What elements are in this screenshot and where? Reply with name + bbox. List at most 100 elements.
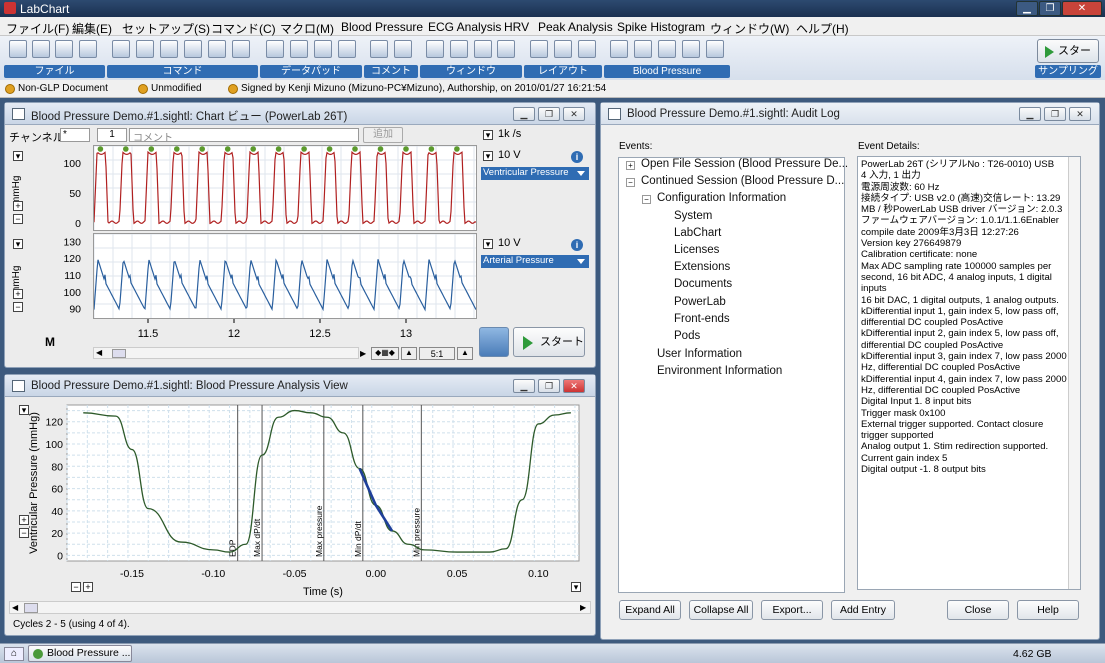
chart-layout-icon[interactable] — [479, 327, 509, 357]
command-icon[interactable] — [160, 40, 178, 58]
ch1-scale-down[interactable]: ▾ — [13, 151, 23, 161]
chart-minimize-button[interactable]: ▁ — [513, 107, 535, 121]
collapse-all-button[interactable]: Collapse All — [689, 600, 753, 620]
menu-peak-analysis[interactable]: Peak Analysis — [538, 20, 613, 34]
tree-item-continued-session[interactable]: Continued Session (Blood Pressure D... — [641, 175, 844, 187]
ventricular-pressure-plot[interactable] — [93, 145, 477, 231]
region-icon[interactable] — [208, 40, 226, 58]
comment-input[interactable]: コメント — [129, 128, 359, 144]
range1-dropdown[interactable]: ▾ — [483, 151, 493, 161]
expand-all-button[interactable]: Expand All — [619, 600, 681, 620]
tree-expand-icon[interactable]: + — [626, 161, 635, 170]
analysis-x-dropdown[interactable]: ▾ — [571, 582, 581, 592]
tree-item-labchart[interactable]: LabChart — [674, 227, 721, 239]
tree-item-open-file-session[interactable]: Open File Session (Blood Pressure De... — [641, 158, 848, 170]
comment-number[interactable]: 1 — [97, 128, 127, 142]
ch1-info-icon[interactable]: i — [571, 151, 583, 163]
compress-button[interactable]: ▲ — [401, 347, 417, 360]
time-zoom-in[interactable]: + — [83, 582, 93, 592]
zoom-ratio[interactable]: 5:1 — [419, 347, 455, 360]
add-entry-button[interactable]: Add Entry — [831, 600, 895, 620]
scroll-thumb[interactable] — [112, 349, 126, 358]
ch1-zoom-in[interactable]: + — [13, 201, 23, 211]
save-icon[interactable] — [55, 40, 73, 58]
bp-table-icon[interactable] — [634, 40, 652, 58]
selection-icon[interactable] — [184, 40, 202, 58]
menu-ecg-analysis[interactable]: ECG Analysis — [428, 20, 501, 34]
scroll-right-arrow[interactable]: ▶ — [360, 349, 366, 358]
audit-maximize-button[interactable]: ❐ — [1044, 107, 1066, 121]
add-comment-button[interactable]: 追加 — [363, 127, 403, 143]
new-document-icon[interactable] — [9, 40, 27, 58]
chart-horizontal-scrollbar[interactable]: ◀ — [93, 347, 359, 359]
open-folder-icon[interactable] — [32, 40, 50, 58]
menu-help[interactable]: ヘルプ(H) — [796, 20, 849, 37]
ch2-zoom-out[interactable]: − — [13, 302, 23, 312]
ch2-zoom-in[interactable]: + — [13, 289, 23, 299]
layout-tile-icon[interactable] — [554, 40, 572, 58]
bp-analysis-chart[interactable]: 120 100 80 60 40 20 0 -0.15 -0.10 -0.05 0.00 0.05 0.… — [7, 399, 593, 599]
marker-icon[interactable]: M — [45, 335, 55, 349]
datapad-icon[interactable] — [266, 40, 284, 58]
zoom-window-icon[interactable] — [474, 40, 492, 58]
analysis-minimize-button[interactable]: ▁ — [513, 379, 535, 393]
comment-add-icon[interactable] — [394, 40, 412, 58]
chart-window-icon[interactable] — [426, 40, 444, 58]
tree-item-licenses[interactable]: Licenses — [674, 244, 719, 256]
export-button[interactable]: Export... — [761, 600, 823, 620]
layout-grid-icon[interactable] — [530, 40, 548, 58]
menu-spike-histogram[interactable]: Spike Histogram — [617, 20, 705, 34]
view-mode-button[interactable]: ◆▦◆ — [371, 347, 399, 360]
analysis-horizontal-scrollbar[interactable]: ◀ ▶ — [9, 601, 591, 614]
tree-item-user-information[interactable]: User Information — [657, 348, 742, 360]
ch2-info-icon[interactable]: i — [571, 239, 583, 251]
tree-item-front-ends[interactable]: Front-ends — [674, 313, 730, 325]
analysis-close-button[interactable]: ✕ — [563, 379, 585, 393]
menu-blood-pressure[interactable]: Blood Pressure — [341, 20, 423, 34]
rate-dropdown[interactable]: ▾ — [483, 130, 493, 140]
close-dialog-button[interactable]: Close — [947, 600, 1009, 620]
analysis-zoom-out[interactable]: − — [19, 528, 29, 538]
analysis-zoom-in[interactable]: + — [19, 515, 29, 525]
time-zoom-out[interactable]: − — [71, 582, 81, 592]
tree-item-pods[interactable]: Pods — [674, 330, 700, 342]
datapad-view-icon[interactable] — [338, 40, 356, 58]
datapad-edit-icon[interactable] — [314, 40, 332, 58]
minimize-button[interactable]: ▁ — [1016, 1, 1038, 16]
range2-dropdown[interactable]: ▾ — [483, 239, 493, 249]
start-sampling-button[interactable]: スタート — [1037, 39, 1099, 79]
chart-close-button[interactable]: ✕ — [563, 107, 585, 121]
menu-edit[interactable]: 編集(E) — [72, 20, 112, 37]
help-button[interactable]: Help — [1017, 600, 1079, 620]
edit-icon[interactable] — [112, 40, 130, 58]
arterial-pressure-plot[interactable] — [93, 233, 477, 319]
arrange-icon[interactable] — [232, 40, 250, 58]
analysis-scale-down[interactable]: ▾ — [19, 405, 29, 415]
chart-maximize-button[interactable]: ❐ — [538, 107, 560, 121]
tree-collapse-icon[interactable]: − — [642, 195, 651, 204]
analysis-window-icon[interactable] — [450, 40, 468, 58]
tree-item-system[interactable]: System — [674, 210, 712, 222]
menu-setup[interactable]: セットアップ(S) — [122, 20, 210, 37]
tree-item-powerlab[interactable]: PowerLab — [674, 296, 726, 308]
menu-command[interactable]: コマンド(C) — [211, 20, 276, 37]
taskbar-item-blood-pressure[interactable]: Blood Pressure ... — [28, 645, 132, 662]
scroll-left-arrow[interactable]: ◀ — [96, 348, 102, 357]
tree-item-extensions[interactable]: Extensions — [674, 261, 730, 273]
scope-window-icon[interactable] — [497, 40, 515, 58]
find-icon[interactable] — [136, 40, 154, 58]
comment-icon[interactable] — [370, 40, 388, 58]
ch1-name-dropdown[interactable]: Ventricular Pressure — [481, 167, 589, 180]
menu-macro[interactable]: マクロ(M) — [280, 20, 334, 37]
print-icon[interactable] — [79, 40, 97, 58]
bp-gear-icon[interactable] — [706, 40, 724, 58]
close-button[interactable]: ✕ — [1062, 1, 1102, 16]
ch1-zoom-out[interactable]: − — [13, 214, 23, 224]
tree-collapse-icon[interactable]: − — [626, 178, 635, 187]
scroll-left-arrow[interactable]: ◀ — [12, 603, 18, 612]
audit-minimize-button[interactable]: ▁ — [1019, 107, 1041, 121]
analysis-maximize-button[interactable]: ❐ — [538, 379, 560, 393]
ch2-scale-down[interactable]: ▾ — [13, 239, 23, 249]
layout-add-icon[interactable] — [578, 40, 596, 58]
chart-start-button[interactable]: スタート — [513, 327, 585, 357]
